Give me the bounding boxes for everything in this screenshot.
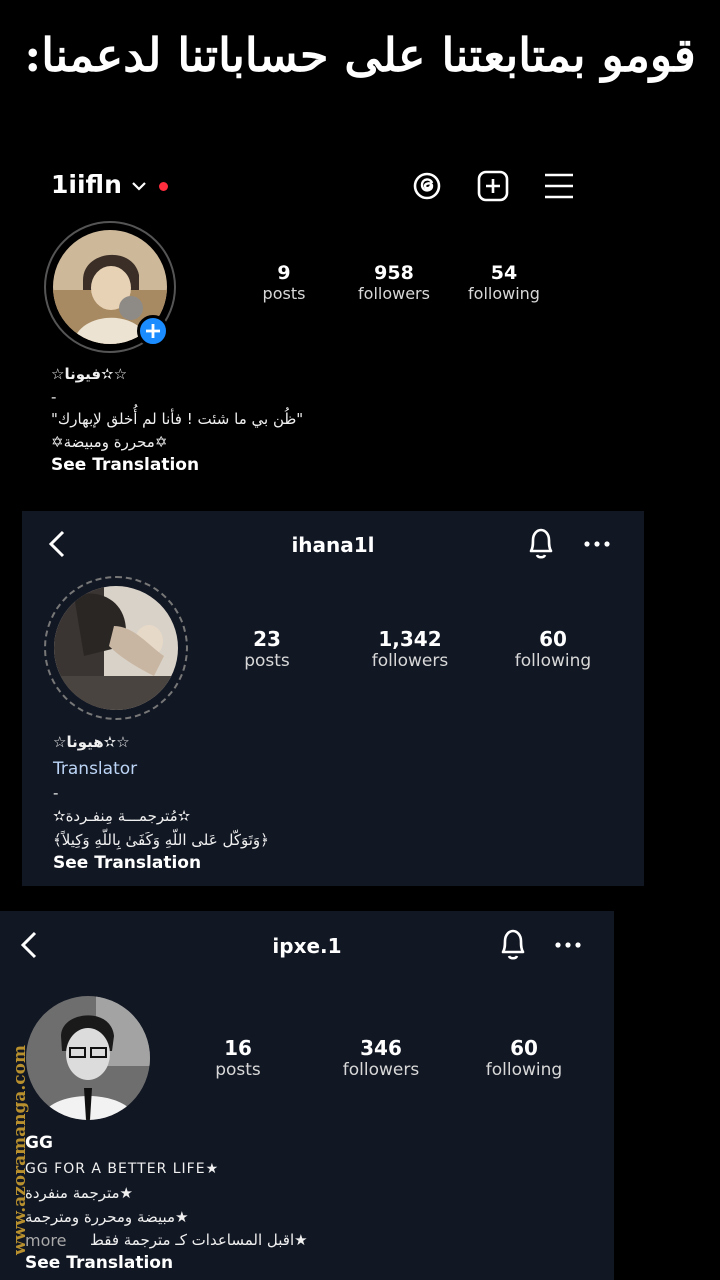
bio-line: - [53,784,59,802]
bio-line: - [51,388,57,406]
stat-following[interactable]: 54 following [449,262,559,303]
stat-posts[interactable]: 9 posts [229,262,339,303]
stat-followers[interactable]: 958 followers [339,262,449,303]
bell-icon[interactable] [497,927,529,961]
bio-line: ★مترجمة منفردة [25,1184,134,1202]
stat-following[interactable]: 60 following [469,1036,579,1080]
chevron-down-icon [131,180,147,192]
username-switcher[interactable]: 1iifln [51,170,169,199]
threads-icon[interactable] [411,170,443,202]
notification-dot [159,181,169,191]
profile-card-3: ipxe.1 16 posts 346 followers 60 followi… [0,911,614,1280]
profile-card-2: ihana1l 23 posts 1,342 followers 60 foll… [22,511,644,886]
banner-title: قومو بمتابعتنا على حساباتنا لدعمنا: [24,28,696,82]
see-translation-link[interactable]: See Translation [53,853,201,873]
profile-header-1: 1iifln 9 posts 958 followers 54 followin… [0,150,720,510]
bio-line: "ظُن بي ما شئت ! فأنا لم أُخلق لإبهارك" [51,410,304,428]
stat-posts[interactable]: 16 posts [183,1036,293,1080]
bio-line: ✡محررة ومبيضة✡ [51,433,168,451]
bio-line: ✫مُترجمـــة مِنفـردة✫ [53,807,191,825]
display-name: ☆✫هيونا☆ [53,733,130,751]
add-post-icon[interactable] [477,170,509,202]
more-options-icon[interactable] [584,541,610,547]
more-options-icon[interactable] [555,942,581,948]
avatar[interactable] [54,586,178,710]
menu-icon[interactable] [544,172,574,200]
bio-line: GG FOR A BETTER LIFE★ [25,1161,220,1177]
see-translation-link[interactable]: See Translation [25,1253,173,1273]
category-label: Translator [53,759,138,779]
username: 1iifln [51,170,122,199]
bio-line: ﴿وَتَوَكّل عَلى اللّهِ وَكَفَىٰ بِاللّهِ… [53,831,269,849]
stat-posts[interactable]: 23 posts [212,627,322,671]
display-name: ☆✫فيونا☆ [51,365,128,383]
plus-icon [146,324,160,338]
bell-icon[interactable] [525,526,557,560]
bio-line: ★مبيضة ومحررة ومترجمة [25,1208,189,1226]
stat-following[interactable]: 60 following [498,627,608,671]
bio-line: ★اقبل المساعدات كـ مترجمة فقط [90,1231,308,1249]
stat-followers[interactable]: 1,342 followers [355,627,465,671]
stat-followers[interactable]: 346 followers [326,1036,436,1080]
watermark: www.azoramanga.com [10,1045,30,1255]
see-translation-link[interactable]: See Translation [51,455,199,475]
avatar[interactable] [26,996,150,1120]
add-story-button[interactable] [137,315,169,347]
